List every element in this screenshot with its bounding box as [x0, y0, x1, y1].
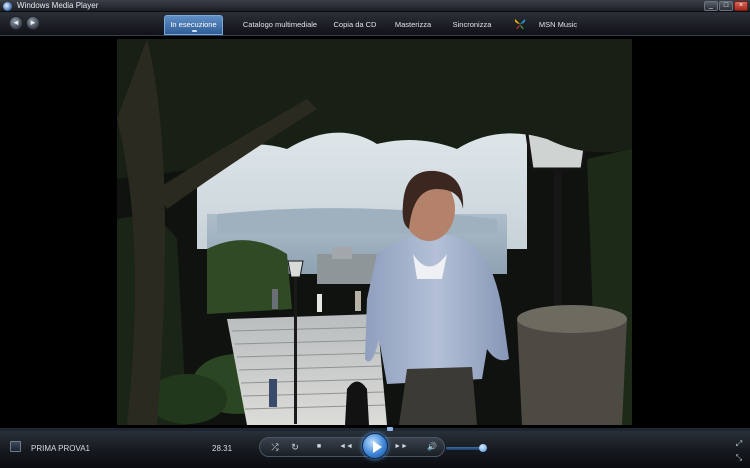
windows-media-player-icon [3, 2, 12, 11]
forward-button[interactable]: ► [26, 16, 40, 30]
tab-sync[interactable]: Sincronizza [448, 17, 496, 33]
close-button[interactable]: × [734, 1, 748, 11]
seek-bar[interactable] [0, 428, 750, 431]
compact-mode-icon[interactable]: ⤡ [734, 453, 744, 463]
window-title: Windows Media Player [17, 1, 99, 10]
navigation-bar: ◄ ► In esecuzione Catalogo multimediale … [0, 12, 750, 36]
play-button[interactable] [362, 433, 388, 459]
window-controls: _ □ × [704, 1, 748, 11]
seek-thumb[interactable] [387, 427, 393, 431]
repeat-button[interactable]: ↻ [287, 439, 303, 455]
elapsed-time: 28.31 [212, 444, 233, 453]
volume-thumb[interactable] [479, 444, 487, 452]
tab-burn[interactable]: Masterizza [390, 17, 436, 33]
shuffle-button[interactable]: ⤮ [267, 439, 283, 455]
video-frame[interactable] [117, 39, 632, 425]
back-button[interactable]: ◄ [9, 16, 23, 30]
tab-rip[interactable]: Copia da CD [329, 17, 381, 33]
mute-button[interactable]: 🔊 [424, 439, 440, 455]
media-type-icon [10, 441, 21, 452]
maximize-button[interactable]: □ [719, 1, 733, 11]
fullscreen-icon[interactable]: ⤢ [734, 439, 744, 449]
now-playing-title: PRIMA PROVA1 [31, 444, 90, 453]
tab-library[interactable]: Catalogo multimediale [238, 17, 322, 33]
next-button[interactable]: ►► [393, 439, 409, 455]
tab-msn-music[interactable]: MSN Music [538, 17, 578, 33]
minimize-button[interactable]: _ [704, 1, 718, 11]
tab-now-playing[interactable]: In esecuzione [164, 15, 223, 35]
stop-button[interactable]: ■ [311, 439, 327, 455]
previous-button[interactable]: ◄◄ [338, 439, 354, 455]
title-bar: Windows Media Player _ □ × [0, 0, 750, 12]
msn-butterfly-icon[interactable] [513, 17, 527, 31]
video-display-area[interactable] [0, 37, 750, 427]
